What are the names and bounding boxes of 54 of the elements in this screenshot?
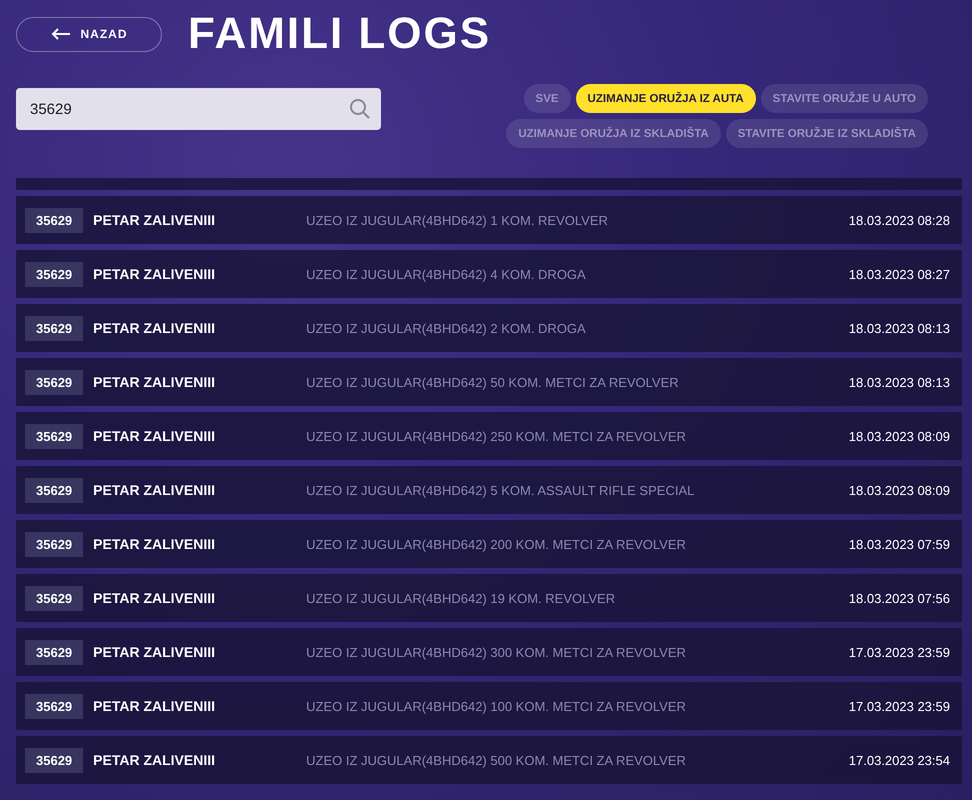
log-time: 18.03.2023 07:59 <box>848 536 950 552</box>
log-time: 18.03.2023 08:27 <box>848 266 950 282</box>
log-time: 18.03.2023 08:28 <box>848 212 950 228</box>
log-action: UZEO IZ JUGULAR(4BHD642) 2 KOM. DROGA <box>306 320 587 336</box>
player-id: 35629 <box>25 748 84 772</box>
player-id: 35629 <box>25 640 84 664</box>
log-action: UZEO IZ JUGULAR(4BHD642) 200 KOM. METCI ZA REVOLVER <box>306 536 687 552</box>
log-time: 18.03.2023 08:13 <box>848 374 950 390</box>
search-field[interactable]: 35629 <box>16 88 381 130</box>
player-name: PETAR ZALIVENIII <box>93 266 216 282</box>
player-name: PETAR ZALIVENIII <box>93 428 216 444</box>
player-name: PETAR ZALIVENIII <box>93 212 216 228</box>
player-name: PETAR ZALIVENIII <box>93 536 216 552</box>
search-icon <box>349 98 371 120</box>
log-action: UZEO IZ JUGULAR(4BHD642) 250 KOM. METCI ZA REVOLVER <box>306 428 687 444</box>
filter-tab[interactable]: UZIMANJE ORUŽJA IZ AUTA <box>576 84 756 113</box>
arrow-left-icon <box>50 28 70 40</box>
player-name: PETAR ZALIVENIII <box>93 482 216 498</box>
player-id: 35629 <box>25 478 84 502</box>
log-action: UZEO IZ JUGULAR(4BHD642) 300 KOM. METCI ZA REVOLVER <box>306 644 687 660</box>
page-title: FAMILI LOGS <box>188 14 492 54</box>
player-name: PETAR ZALIVENIII <box>93 374 216 390</box>
player-id: 35629 <box>25 694 84 718</box>
log-action: UZEO IZ JUGULAR(4BHD642) 4 KOM. DROGA <box>306 266 587 282</box>
player-id: 35629 <box>25 370 84 394</box>
back-button[interactable]: NAZAD <box>16 16 162 52</box>
log-time: 17.03.2023 23:59 <box>848 644 950 660</box>
log-action: UZEO IZ JUGULAR(4BHD642) 5 KOM. ASSAULT RIFLE SPECIAL <box>306 482 696 498</box>
player-id: 35629 <box>25 208 84 232</box>
log-time: 18.03.2023 07:56 <box>848 590 950 606</box>
log-time: 17.03.2023 23:59 <box>848 698 950 714</box>
player-name: PETAR ZALIVENIII <box>93 590 216 606</box>
log-action: UZEO IZ JUGULAR(4BHD642) 50 KOM. METCI ZA REVOLVER <box>306 374 680 390</box>
player-id: 35629 <box>25 316 84 340</box>
filter-tab[interactable]: SVE <box>524 84 571 113</box>
log-action: UZEO IZ JUGULAR(4BHD642) 500 KOM. METCI ZA REVOLVER <box>306 752 687 768</box>
player-name: PETAR ZALIVENIII <box>93 320 216 336</box>
filter-tab[interactable]: STAVITE ORUŽJE U AUTO <box>760 84 928 113</box>
log-time: 17.03.2023 23:54 <box>848 752 950 768</box>
log-action: UZEO IZ JUGULAR(4BHD642) 19 KOM. REVOLVER <box>306 590 616 606</box>
log-action: UZEO IZ JUGULAR(4BHD642) 100 KOM. METCI ZA REVOLVER <box>306 698 687 714</box>
player-id: 35629 <box>25 586 84 610</box>
player-id: 35629 <box>25 262 84 286</box>
player-id: 35629 <box>25 532 84 556</box>
log-time: 18.03.2023 08:09 <box>848 482 950 498</box>
player-name: PETAR ZALIVENIII <box>93 644 216 660</box>
filter-tab[interactable]: UZIMANJE ORUŽJA IZ SKLADIŠTA <box>506 119 721 148</box>
log-action: UZEO IZ JUGULAR(4BHD642) 1 KOM. REVOLVER <box>306 212 609 228</box>
player-name: PETAR ZALIVENIII <box>93 698 216 714</box>
log-time: 18.03.2023 08:09 <box>848 428 950 444</box>
player-name: PETAR ZALIVENIII <box>93 752 216 768</box>
log-time: 18.03.2023 08:13 <box>848 320 950 336</box>
player-id: 35629 <box>25 424 84 448</box>
filter-tab[interactable]: STAVITE ORUŽJE IZ SKLADIŠTA <box>726 119 928 148</box>
